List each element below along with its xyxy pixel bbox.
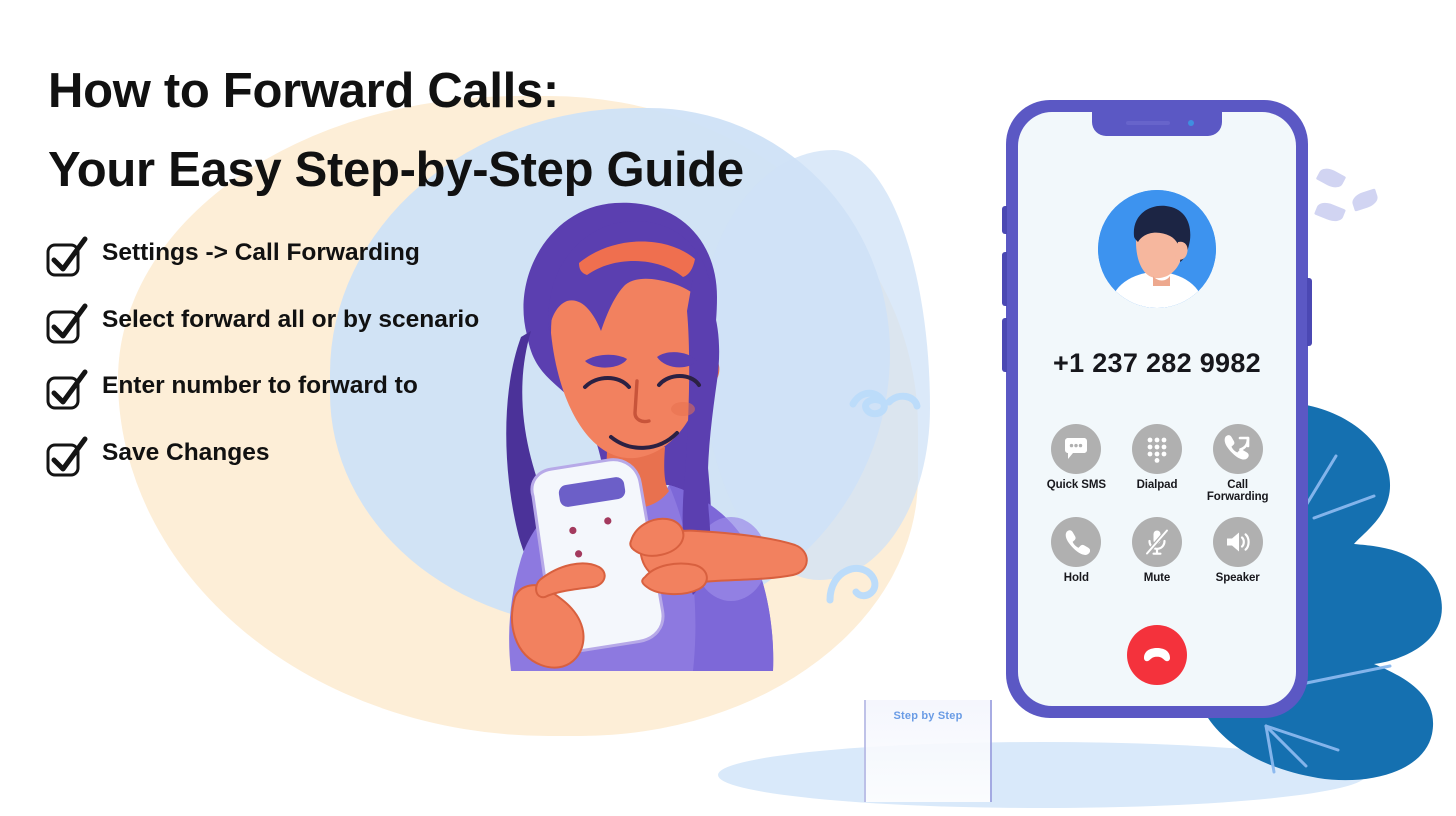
leaf-deco-icon <box>1314 199 1346 225</box>
action-button-call-forwarding[interactable]: Call Forwarding <box>1197 424 1278 504</box>
dialpad-icon <box>1131 424 1182 474</box>
action-button-mute[interactable]: Mute <box>1117 516 1198 584</box>
speaker-icon <box>1212 516 1263 567</box>
leaf-deco-icon <box>1350 188 1380 212</box>
action-button-dialpad[interactable]: Dialpad <box>1117 424 1198 504</box>
phone-volume-up-button[interactable] <box>1002 252 1007 306</box>
action-label: Call Forwarding <box>1206 479 1269 504</box>
faint-doodle-icon <box>849 389 921 418</box>
faint-doodle-icon <box>826 564 879 604</box>
poster-canvas: How to Forward Calls: Your Easy Step-by-… <box>0 0 1456 816</box>
woman-holding-phone-illustration <box>506 202 808 671</box>
checkbox-check-icon <box>44 303 88 347</box>
action-button-hold[interactable]: Hold <box>1036 516 1117 584</box>
hold-icon <box>1051 516 1102 567</box>
checkbox-check-icon <box>44 369 88 413</box>
action-button-quick-sms[interactable]: Quick SMS <box>1036 424 1117 504</box>
action-label: Dialpad <box>1136 479 1178 491</box>
action-button-speaker[interactable]: Speaker <box>1197 516 1278 584</box>
smartphone-mockup: +1 237 282 9982 Quick SMS Dialpad Call F… <box>1002 100 1312 718</box>
end-call-button[interactable] <box>1127 625 1187 685</box>
avatar <box>1098 190 1216 308</box>
phone-notch <box>1092 112 1222 136</box>
phone-power-button[interactable] <box>1307 278 1312 346</box>
action-label: Mute <box>1143 571 1171 584</box>
end-call-icon <box>1144 648 1170 662</box>
faint-step-card-label: Step by Step <box>893 710 963 722</box>
front-camera-icon <box>1188 120 1194 126</box>
call-actions-grid: Quick SMS Dialpad Call Forwarding Hold M… <box>1036 424 1278 584</box>
action-label: Speaker <box>1215 571 1260 584</box>
phone-volume-down-button[interactable] <box>1002 318 1007 372</box>
call-forwarding-icon <box>1212 424 1263 474</box>
earpiece-speaker-icon <box>1126 121 1170 125</box>
checkbox-check-icon <box>44 236 88 280</box>
caller-number: +1 237 282 9982 <box>1053 348 1261 378</box>
list-item-label: Save Changes <box>102 439 270 466</box>
action-label: Quick SMS <box>1046 479 1106 491</box>
action-label: Hold <box>1063 571 1089 584</box>
headline-line-1: How to Forward Calls: <box>48 64 559 118</box>
list-item-label: Select forward all or by scenario <box>102 306 480 333</box>
leaf-deco-icon <box>1315 164 1347 192</box>
mute-icon <box>1131 516 1182 567</box>
list-item-label: Settings -> Call Forwarding <box>102 239 420 266</box>
checkbox-check-icon <box>44 436 88 480</box>
phone-screen: +1 237 282 9982 Quick SMS Dialpad Call F… <box>1018 112 1296 706</box>
phone-mute-switch[interactable] <box>1002 206 1007 234</box>
quick-sms-icon <box>1051 424 1102 474</box>
list-item-label: Enter number to forward to <box>102 372 418 399</box>
